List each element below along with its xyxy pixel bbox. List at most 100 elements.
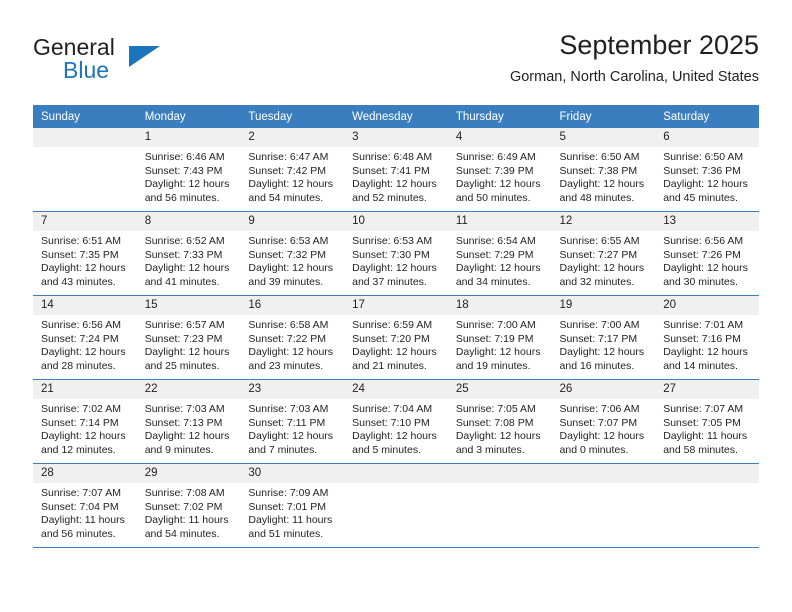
day-number: 9	[240, 212, 345, 231]
day-daylight2-text: and 23 minutes.	[248, 359, 324, 372]
calendar-day-cell[interactable]: 2 Sunrise: 6:47 AM Sunset: 7:42 PM Daylight…	[240, 128, 345, 212]
day-details: Sunrise: 7:07 AM Sunset: 7:05 PM Daylight:…	[655, 399, 759, 457]
day-sunset-text: Sunset: 7:36 PM	[663, 164, 741, 177]
calendar-day-cell[interactable]: 6 Sunrise: 6:50 AM Sunset: 7:36 PM Daylight…	[655, 128, 759, 212]
weekday-header-thursday: Thursday	[447, 105, 552, 128]
day-sunset-text: Sunset: 7:43 PM	[144, 164, 223, 177]
calendar-day-cell[interactable]: 25 Sunrise: 7:05 AM Sunset: 7:08 PM Dayligh…	[447, 379, 552, 464]
day-cell-inner: 27 Sunrise: 7:07 AM Sunset: 7:05 PM Dayligh…	[655, 380, 759, 463]
day-daylight1-text: Daylight: 12 hours	[352, 346, 437, 359]
day-daylight2-text: and 12 minutes.	[41, 443, 116, 456]
day-sunset-text: Sunset: 7:07 PM	[559, 416, 638, 429]
day-number	[551, 464, 656, 483]
calendar-day-cell[interactable]: 27 Sunrise: 7:07 AM Sunset: 7:05 PM Dayligh…	[655, 379, 759, 464]
day-details: Sunrise: 6:57 AM Sunset: 7:23 PM Daylight:…	[137, 315, 241, 373]
calendar-day-cell[interactable]: 13 Sunrise: 6:56 AM Sunset: 7:26 PM Dayligh…	[655, 211, 759, 296]
day-cell-inner: 28 Sunrise: 7:07 AM Sunset: 7:04 PM Dayligh…	[33, 464, 137, 547]
calendar-day-cell[interactable]: 1 Sunrise: 6:46 AM Sunset: 7:43 PM Daylight…	[136, 128, 241, 212]
day-sunrise-text: Sunrise: 6:52 AM	[144, 235, 225, 247]
calendar-table: Sunday Monday Tuesday Wednesday Thursday…	[33, 105, 759, 548]
calendar-week-row: 21 Sunrise: 7:02 AM Sunset: 7:14 PM Dayligh…	[33, 379, 759, 464]
day-number: 25	[447, 380, 552, 399]
day-daylight1-text: Daylight: 12 hours	[559, 262, 645, 275]
calendar-day-cell[interactable]: 19 Sunrise: 7:00 AM Sunset: 7:17 PM Dayligh…	[551, 295, 656, 380]
calendar-day-cell[interactable]: 3 Sunrise: 6:48 AM Sunset: 7:41 PM Daylight…	[344, 128, 448, 212]
day-daylight1-text: Daylight: 12 hours	[144, 346, 230, 359]
day-cell-inner: 11 Sunrise: 6:54 AM Sunset: 7:29 PM Dayligh…	[447, 212, 552, 295]
calendar-day-cell[interactable]: 24 Sunrise: 7:04 AM Sunset: 7:10 PM Dayligh…	[344, 379, 448, 464]
day-daylight1-text: Daylight: 12 hours	[455, 430, 541, 443]
day-daylight2-text: and 19 minutes.	[455, 359, 531, 372]
day-cell-inner: 13 Sunrise: 6:56 AM Sunset: 7:26 PM Dayligh…	[655, 212, 759, 295]
day-details: Sunrise: 7:04 AM Sunset: 7:10 PM Daylight:…	[344, 399, 448, 457]
calendar-day-cell[interactable]: 14 Sunrise: 6:56 AM Sunset: 7:24 PM Dayligh…	[33, 295, 137, 380]
day-daylight2-text: and 54 minutes.	[248, 191, 324, 204]
day-details: Sunrise: 7:06 AM Sunset: 7:07 PM Daylight:…	[552, 399, 656, 457]
day-number: 12	[551, 212, 656, 231]
page-subtitle-location: Gorman, North Carolina, United States	[509, 69, 759, 85]
day-sunset-text: Sunset: 7:33 PM	[144, 248, 223, 261]
calendar-day-cell[interactable]: 28 Sunrise: 7:07 AM Sunset: 7:04 PM Dayligh…	[33, 463, 137, 548]
day-daylight1-text: Daylight: 12 hours	[144, 430, 230, 443]
day-daylight1-text: Daylight: 12 hours	[455, 178, 541, 191]
day-sunrise-text: Sunrise: 6:47 AM	[248, 151, 329, 163]
day-number: 7	[33, 212, 137, 231]
day-sunrise-text: Sunrise: 7:03 AM	[144, 403, 225, 415]
calendar-day-cell[interactable]: 10 Sunrise: 6:53 AM Sunset: 7:30 PM Dayligh…	[344, 211, 448, 296]
day-details: Sunrise: 6:55 AM Sunset: 7:27 PM Daylight:…	[552, 231, 656, 289]
day-daylight2-text: and 54 minutes.	[144, 527, 220, 540]
day-number: 30	[240, 464, 345, 483]
calendar-day-cell[interactable]: 21 Sunrise: 7:02 AM Sunset: 7:14 PM Dayligh…	[33, 379, 137, 464]
day-daylight2-text: and 43 minutes.	[41, 275, 116, 288]
general-blue-logo[interactable]: General Blue	[33, 34, 233, 92]
day-cell-inner: 12 Sunrise: 6:55 AM Sunset: 7:27 PM Dayligh…	[551, 212, 656, 295]
day-sunrise-text: Sunrise: 6:56 AM	[663, 235, 744, 247]
day-daylight1-text: Daylight: 11 hours	[248, 514, 333, 527]
day-daylight1-text: Daylight: 12 hours	[41, 430, 126, 443]
weekday-header-monday: Monday	[136, 105, 241, 128]
day-sunset-text: Sunset: 7:24 PM	[41, 332, 119, 345]
calendar-day-cell[interactable]: 17 Sunrise: 6:59 AM Sunset: 7:20 PM Dayligh…	[344, 295, 448, 380]
day-daylight1-text: Daylight: 12 hours	[455, 262, 541, 275]
day-daylight1-text: Daylight: 12 hours	[248, 430, 334, 443]
day-daylight2-text: and 37 minutes.	[352, 275, 427, 288]
calendar-day-cell[interactable]: 11 Sunrise: 6:54 AM Sunset: 7:29 PM Dayligh…	[447, 211, 552, 296]
day-sunset-text: Sunset: 7:23 PM	[144, 332, 223, 345]
calendar-day-cell[interactable]: 4 Sunrise: 6:49 AM Sunset: 7:39 PM Daylight…	[447, 128, 552, 212]
calendar-day-cell[interactable]: 18 Sunrise: 7:00 AM Sunset: 7:19 PM Dayligh…	[447, 295, 552, 380]
day-details: Sunrise: 6:54 AM Sunset: 7:29 PM Daylight:…	[448, 231, 552, 289]
calendar-day-cell[interactable]: 20 Sunrise: 7:01 AM Sunset: 7:16 PM Dayligh…	[655, 295, 759, 380]
calendar-day-cell[interactable]: 9 Sunrise: 6:53 AM Sunset: 7:32 PM Daylight…	[240, 211, 345, 296]
calendar-day-cell[interactable]: 5 Sunrise: 6:50 AM Sunset: 7:38 PM Daylight…	[551, 128, 656, 212]
calendar-day-cell[interactable]: 15 Sunrise: 6:57 AM Sunset: 7:23 PM Dayligh…	[136, 295, 241, 380]
day-daylight1-text: Daylight: 12 hours	[352, 178, 437, 191]
weekday-header-saturday: Saturday	[655, 105, 759, 128]
day-number	[344, 464, 448, 483]
day-cell-inner	[33, 128, 137, 211]
calendar-day-cell[interactable]: 23 Sunrise: 7:03 AM Sunset: 7:11 PM Dayligh…	[240, 379, 345, 464]
page-header: General Blue September 2025 Gorman, Nort…	[33, 28, 759, 98]
calendar-day-cell[interactable]: 26 Sunrise: 7:06 AM Sunset: 7:07 PM Dayligh…	[551, 379, 656, 464]
day-sunrise-text: Sunrise: 7:01 AM	[663, 319, 744, 331]
calendar-week-row: 14 Sunrise: 6:56 AM Sunset: 7:24 PM Dayligh…	[33, 295, 759, 380]
day-number	[447, 464, 552, 483]
calendar-day-cell[interactable]: 29 Sunrise: 7:08 AM Sunset: 7:02 PM Dayligh…	[136, 463, 241, 548]
calendar-day-cell[interactable]: 12 Sunrise: 6:55 AM Sunset: 7:27 PM Dayligh…	[551, 211, 656, 296]
day-daylight1-text: Daylight: 12 hours	[559, 346, 645, 359]
calendar-week-row: 28 Sunrise: 7:07 AM Sunset: 7:04 PM Dayligh…	[33, 463, 759, 548]
day-details: Sunrise: 6:56 AM Sunset: 7:24 PM Daylight:…	[33, 315, 137, 373]
day-number: 29	[136, 464, 241, 483]
day-number: 28	[33, 464, 137, 483]
calendar-day-cell[interactable]: 8 Sunrise: 6:52 AM Sunset: 7:33 PM Daylight…	[136, 211, 241, 296]
calendar-day-cell[interactable]: 7 Sunrise: 6:51 AM Sunset: 7:35 PM Daylight…	[33, 211, 137, 296]
calendar-day-cell[interactable]: 30 Sunrise: 7:09 AM Sunset: 7:01 PM Dayligh…	[240, 463, 345, 548]
calendar-day-cell[interactable]: 22 Sunrise: 7:03 AM Sunset: 7:13 PM Dayligh…	[136, 379, 241, 464]
calendar-day-cell[interactable]: 16 Sunrise: 6:58 AM Sunset: 7:22 PM Dayligh…	[240, 295, 345, 380]
weekday-header-tuesday: Tuesday	[240, 105, 345, 128]
day-daylight1-text: Daylight: 11 hours	[144, 514, 229, 527]
weekday-header-sunday: Sunday	[33, 105, 137, 128]
day-daylight1-text: Daylight: 12 hours	[352, 262, 437, 275]
day-cell-inner: 16 Sunrise: 6:58 AM Sunset: 7:22 PM Dayligh…	[240, 296, 345, 379]
day-daylight2-text: and 32 minutes.	[559, 275, 635, 288]
brand-word-blue: Blue	[63, 57, 110, 83]
